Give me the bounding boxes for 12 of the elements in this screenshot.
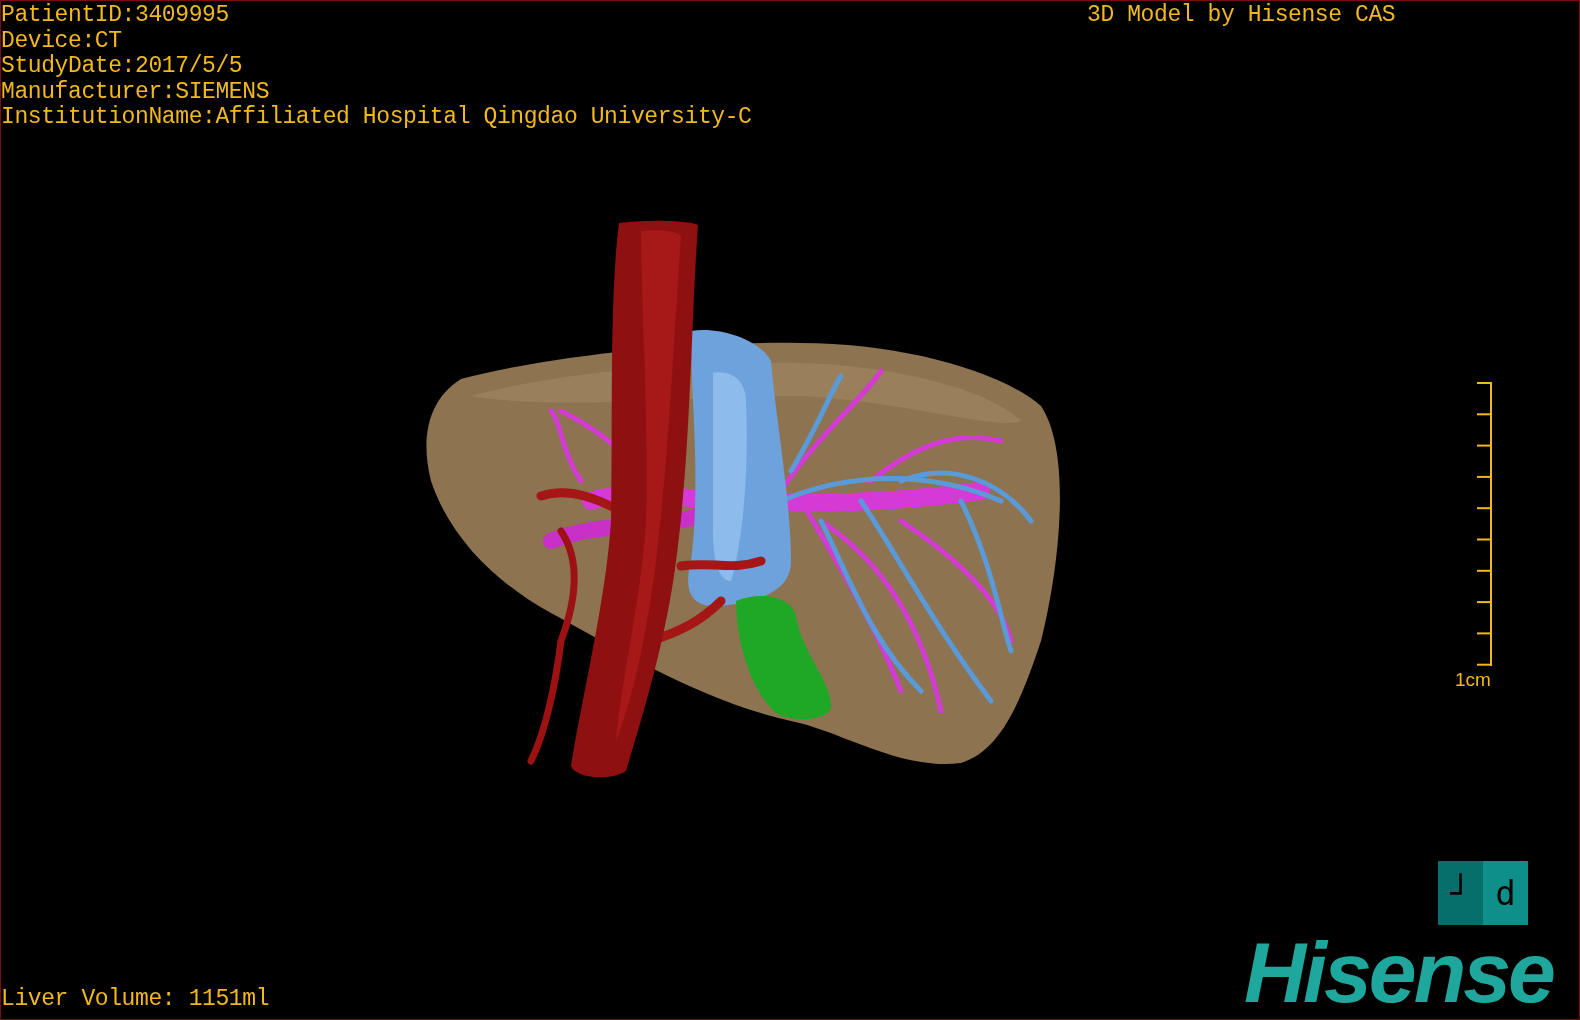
scale-label: 1cm <box>1455 669 1491 691</box>
brand-logo: Hisense <box>1244 929 1553 1015</box>
dicom-info-text: StudyDate:2017/5/5 <box>1 54 244 80</box>
scale-bar-icon <box>1476 382 1492 667</box>
dicom-info-text: Manufacturer:SIEMENS <box>1 79 271 105</box>
dicom-info-text: InstitutionName:Affiliated Hospital Qingdao University-C <box>1 105 752 131</box>
cube-face-label: d <box>1495 873 1516 913</box>
volume-readout: Liver Volume: 1151ml <box>1 986 270 1012</box>
model-title: 3D Model by Hisense CAS <box>1087 3 1396 28</box>
cube-face-label: ┘ <box>1450 873 1471 913</box>
dicom-info-text: Device:CT <box>1 28 123 54</box>
dicom-info-text: PatientID:3409995 <box>1 3 230 29</box>
